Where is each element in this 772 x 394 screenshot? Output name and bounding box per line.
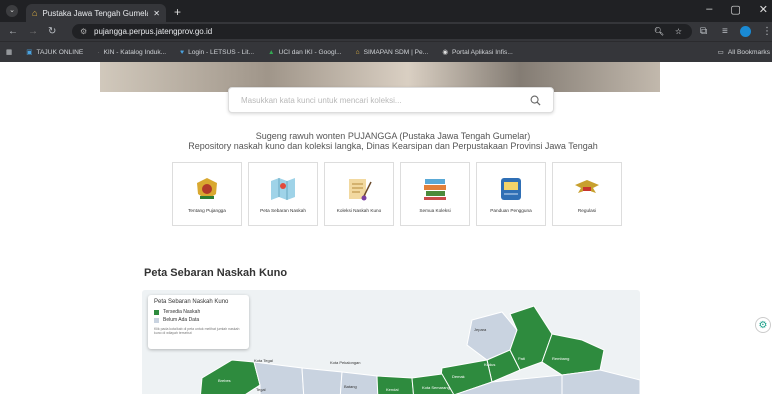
all-bookmarks[interactable]: ▭ All Bookmarks bbox=[717, 48, 770, 57]
search-input[interactable]: Masukkan kata kunci untuk mencari koleks… bbox=[241, 96, 530, 105]
back-icon[interactable]: ← bbox=[8, 26, 18, 37]
browser-tab-strip: ⌄ ⌂ Pustaka Jawa Tengah Gumelar ✕ + – ▢ … bbox=[0, 0, 772, 22]
card-koleksi-naskah[interactable]: Koleksi Naskah Kuno bbox=[324, 162, 394, 226]
bookmark-item[interactable]: ⌂ SIMAPAN SDM | Pe... bbox=[356, 49, 429, 56]
bookmark-item[interactable]: ▣ TAJUK ONLINE bbox=[26, 48, 83, 57]
bookmark-star-icon[interactable]: ☆ bbox=[675, 27, 682, 36]
map-icon bbox=[271, 177, 295, 200]
gear-icon: ⚙ bbox=[758, 319, 768, 331]
region-brebes[interactable] bbox=[200, 359, 261, 394]
bookmark-favicon-icon: ◉ bbox=[442, 49, 448, 56]
folder-icon: ▭ bbox=[717, 49, 724, 56]
extensions-icon[interactable]: ⧉ bbox=[700, 26, 707, 37]
bookmarks-bar: ▦ ▣ TAJUK ONLINE · KIN - Katalog Induk... … bbox=[0, 41, 772, 62]
menu-icon[interactable]: ⋮ bbox=[762, 26, 772, 37]
guide-icon bbox=[501, 177, 521, 200]
menu-cards: Tentang Pujangga Peta Sebaran Naskah Kol… bbox=[172, 162, 622, 226]
url-text: pujangga.perpus.jatengprov.go.id bbox=[94, 27, 213, 36]
section-title: Peta Sebaran Naskah Kuno bbox=[144, 267, 288, 279]
profile-avatar[interactable] bbox=[740, 26, 751, 37]
browser-tab[interactable]: ⌂ Pustaka Jawa Tengah Gumelar ✕ bbox=[26, 4, 166, 22]
label-demak: Demak bbox=[452, 374, 465, 379]
site-favicon-icon: ⌂ bbox=[32, 8, 38, 18]
bookmark-item[interactable]: · KIN - Katalog Induk... bbox=[97, 49, 166, 56]
region-rembang[interactable] bbox=[541, 333, 605, 376]
map-legend: Peta Sebaran Naskah Kuno Tersedia Naskah… bbox=[148, 295, 249, 349]
maximize-icon[interactable]: ▢ bbox=[730, 3, 740, 16]
search-icon[interactable] bbox=[530, 95, 541, 106]
garuda-icon bbox=[575, 179, 599, 195]
card-peta-sebaran[interactable]: Peta Sebaran Naskah bbox=[248, 162, 318, 226]
legend-swatch-empty bbox=[154, 317, 159, 323]
map-area[interactable]: Peta Sebaran Naskah Kuno Tersedia Naskah… bbox=[142, 290, 640, 394]
bookmark-item[interactable]: ▲ UCI dan IKI - Googl... bbox=[268, 49, 342, 56]
welcome-text: Sugeng rawuh wonten PUJANGGA (Pustaka Ja… bbox=[0, 131, 772, 151]
emblem-icon bbox=[197, 177, 217, 199]
sidebar-icon[interactable]: ≡ bbox=[722, 26, 728, 37]
label-pati: Pati bbox=[518, 356, 525, 361]
label-kota-semarang: Kota Semarang bbox=[422, 385, 450, 390]
page-content: Masukkan kata kunci untuk mencari koleks… bbox=[0, 62, 772, 394]
label-jepara: Jepara bbox=[474, 327, 487, 332]
bookmark-item[interactable]: ♥ Login - LETSUS - Lit... bbox=[180, 49, 254, 56]
bookmark-favicon-icon: · bbox=[97, 48, 100, 56]
region-batang[interactable] bbox=[339, 371, 379, 394]
welcome-line-2: Repository naskah kuno dan koleksi langk… bbox=[188, 141, 598, 151]
label-brebes: Brebes bbox=[218, 378, 231, 383]
forward-icon[interactable]: → bbox=[28, 26, 38, 37]
tab-title: Pustaka Jawa Tengah Gumelar bbox=[42, 8, 149, 18]
bookmark-item[interactable]: ◉ Portal Aplikasi Infis... bbox=[442, 48, 513, 57]
welcome-line-1: Sugeng rawuh wonten PUJANGGA (Pustaka Ja… bbox=[255, 131, 531, 141]
region-east[interactable] bbox=[561, 369, 640, 394]
bookmark-favicon-icon: ♥ bbox=[180, 48, 185, 56]
close-tab-icon[interactable]: ✕ bbox=[153, 9, 160, 18]
label-kota-pekalongan: Kota Pekalongan bbox=[330, 360, 361, 365]
card-panduan-pengguna[interactable]: Panduan Pengguna bbox=[476, 162, 546, 226]
legend-item: Tersedia Naskah bbox=[154, 309, 243, 315]
reload-icon[interactable]: ↻ bbox=[48, 26, 56, 37]
legend-note: Klik pada kota/kab di peta untuk melihat… bbox=[154, 327, 240, 335]
zoom-icon[interactable]: 🔍︎ bbox=[654, 27, 664, 36]
label-rembang: Rembang bbox=[552, 356, 570, 361]
card-regulasi[interactable]: Regulasi bbox=[552, 162, 622, 226]
label-batang: Batang bbox=[344, 384, 357, 389]
label-kendal: Kendal bbox=[386, 387, 399, 392]
card-semua-koleksi[interactable]: Semua Koleksi bbox=[400, 162, 470, 226]
region-pemalang[interactable] bbox=[301, 367, 343, 394]
minimize-icon[interactable]: – bbox=[706, 3, 712, 16]
label-tegal: Tegal bbox=[256, 387, 266, 392]
bookmark-favicon-icon: ⌂ bbox=[355, 48, 360, 56]
address-bar[interactable]: ⚙ pujangga.perpus.jatengprov.go.id 🔍︎ ☆ bbox=[72, 24, 692, 39]
apps-icon[interactable]: ▦ bbox=[6, 48, 12, 56]
bookmark-favicon-icon: ▲ bbox=[268, 48, 275, 56]
search-bar[interactable]: Masukkan kata kunci untuk mencari koleks… bbox=[228, 87, 554, 113]
legend-swatch-available bbox=[154, 309, 159, 315]
tab-search-icon[interactable]: ⌄ bbox=[6, 5, 18, 17]
bookmark-favicon-icon: ▣ bbox=[26, 49, 33, 56]
label-kota-tegal: Kota Tegal bbox=[254, 358, 273, 363]
site-info-icon[interactable]: ⚙ bbox=[80, 27, 87, 36]
browser-toolbar: ← → ↻ ⚙ pujangga.perpus.jatengprov.go.id… bbox=[0, 22, 772, 41]
label-kudus: Kudus bbox=[484, 362, 496, 367]
close-window-icon[interactable]: ✕ bbox=[759, 3, 768, 16]
books-icon bbox=[424, 178, 446, 200]
new-tab-icon[interactable]: + bbox=[174, 5, 181, 19]
floating-assistant-button[interactable]: ⚙ bbox=[755, 317, 771, 333]
scroll-icon bbox=[349, 178, 372, 200]
legend-item: Belum Ada Data bbox=[154, 317, 243, 323]
legend-title: Peta Sebaran Naskah Kuno bbox=[154, 299, 229, 305]
card-tentang-pujangga[interactable]: Tentang Pujangga bbox=[172, 162, 242, 226]
